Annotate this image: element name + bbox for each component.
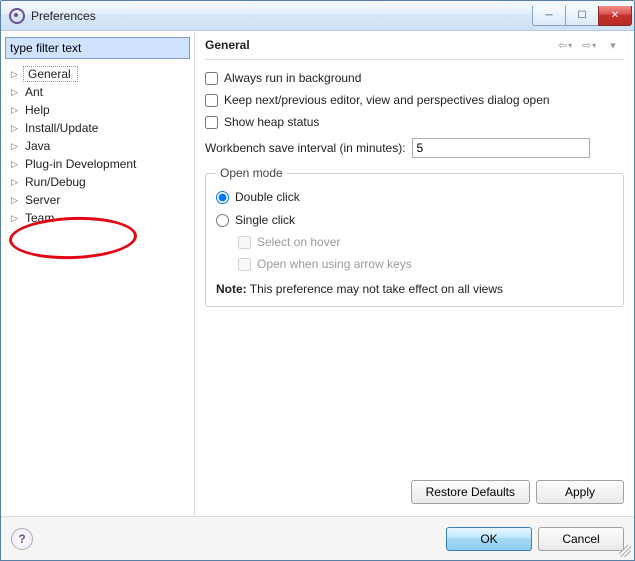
tree-item-label: Server — [23, 193, 62, 207]
ok-button[interactable]: OK — [446, 527, 532, 551]
expand-icon: ▷ — [11, 195, 21, 206]
show-heap-checkbox[interactable] — [205, 116, 218, 129]
tree-item-java[interactable]: ▷ Java — [5, 137, 190, 155]
always-background-checkbox[interactable] — [205, 72, 218, 85]
view-menu-button[interactable]: ▾ — [602, 37, 624, 53]
keep-editor-label: Keep next/previous editor, view and pers… — [224, 93, 550, 107]
app-icon — [9, 8, 25, 24]
tree-item-label: Ant — [23, 85, 45, 99]
note-text: This preference may not take effect on a… — [247, 282, 503, 296]
tree-pane: ▷ General ▷ Ant ▷ Help ▷ Install/Update … — [1, 31, 195, 516]
note-prefix: Note: — [216, 282, 247, 296]
expand-icon: ▷ — [11, 159, 21, 170]
expand-icon: ▷ — [11, 177, 21, 188]
tree-item-label: Java — [23, 139, 52, 153]
open-mode-note: Note: This preference may not take effec… — [216, 282, 613, 296]
maximize-button[interactable]: ☐ — [565, 6, 599, 26]
tree-item-label: General — [23, 66, 78, 82]
tree-item-label: Run/Debug — [23, 175, 88, 189]
minimize-button[interactable]: ─ — [532, 6, 566, 26]
expand-icon: ▷ — [11, 69, 21, 80]
expand-icon: ▷ — [11, 123, 21, 134]
cancel-button[interactable]: Cancel — [538, 527, 624, 551]
dialog-footer: ? OK Cancel — [1, 516, 634, 560]
save-interval-label: Workbench save interval (in minutes): — [205, 141, 406, 155]
open-mode-group: Open mode Double click Single click Sele… — [205, 166, 624, 307]
preferences-window: Preferences ─ ☐ ✕ ▷ General ▷ Ant ▷ Help — [0, 0, 635, 561]
resize-grip[interactable] — [619, 545, 631, 557]
page-title: General — [205, 38, 554, 52]
tree-item-run-debug[interactable]: ▷ Run/Debug — [5, 173, 190, 191]
close-button[interactable]: ✕ — [598, 6, 632, 26]
select-on-hover-label: Select on hover — [257, 235, 340, 249]
tree-item-label: Install/Update — [23, 121, 100, 135]
tree-item-label: Team — [23, 211, 56, 225]
divider — [205, 59, 624, 60]
tree-item-label: Help — [23, 103, 52, 117]
tree-item-team[interactable]: ▷ Team — [5, 209, 190, 227]
save-interval-input[interactable] — [412, 138, 590, 158]
restore-defaults-button[interactable]: Restore Defaults — [411, 480, 530, 504]
preference-tree: ▷ General ▷ Ant ▷ Help ▷ Install/Update … — [5, 65, 190, 227]
expand-icon: ▷ — [11, 141, 21, 152]
tree-item-help[interactable]: ▷ Help — [5, 101, 190, 119]
tree-item-server[interactable]: ▷ Server — [5, 191, 190, 209]
single-click-label: Single click — [235, 213, 295, 227]
window-title: Preferences — [31, 9, 533, 23]
details-pane: General ⇦▾ ⇨▾ ▾ Always run in background… — [195, 31, 634, 516]
open-arrow-keys-label: Open when using arrow keys — [257, 257, 412, 271]
expand-icon: ▷ — [11, 87, 21, 98]
tree-item-plugin-dev[interactable]: ▷ Plug-in Development — [5, 155, 190, 173]
keep-editor-checkbox[interactable] — [205, 94, 218, 107]
open-mode-legend: Open mode — [216, 166, 287, 180]
tree-item-general[interactable]: ▷ General — [5, 65, 190, 83]
apply-button[interactable]: Apply — [536, 480, 624, 504]
tree-item-label: Plug-in Development — [23, 157, 138, 171]
tree-item-ant[interactable]: ▷ Ant — [5, 83, 190, 101]
forward-button[interactable]: ⇨▾ — [578, 37, 600, 53]
single-click-radio[interactable] — [216, 214, 229, 227]
expand-icon: ▷ — [11, 213, 21, 224]
window-buttons: ─ ☐ ✕ — [533, 6, 632, 26]
filter-input[interactable] — [5, 37, 190, 59]
double-click-label: Double click — [235, 190, 300, 204]
title-bar: Preferences ─ ☐ ✕ — [1, 1, 634, 31]
tree-item-install-update[interactable]: ▷ Install/Update — [5, 119, 190, 137]
always-background-label: Always run in background — [224, 71, 361, 85]
double-click-radio[interactable] — [216, 191, 229, 204]
open-arrow-keys-checkbox — [238, 258, 251, 271]
help-button[interactable]: ? — [11, 528, 33, 550]
expand-icon: ▷ — [11, 105, 21, 116]
show-heap-label: Show heap status — [224, 115, 319, 129]
select-on-hover-checkbox — [238, 236, 251, 249]
back-button[interactable]: ⇦▾ — [554, 37, 576, 53]
